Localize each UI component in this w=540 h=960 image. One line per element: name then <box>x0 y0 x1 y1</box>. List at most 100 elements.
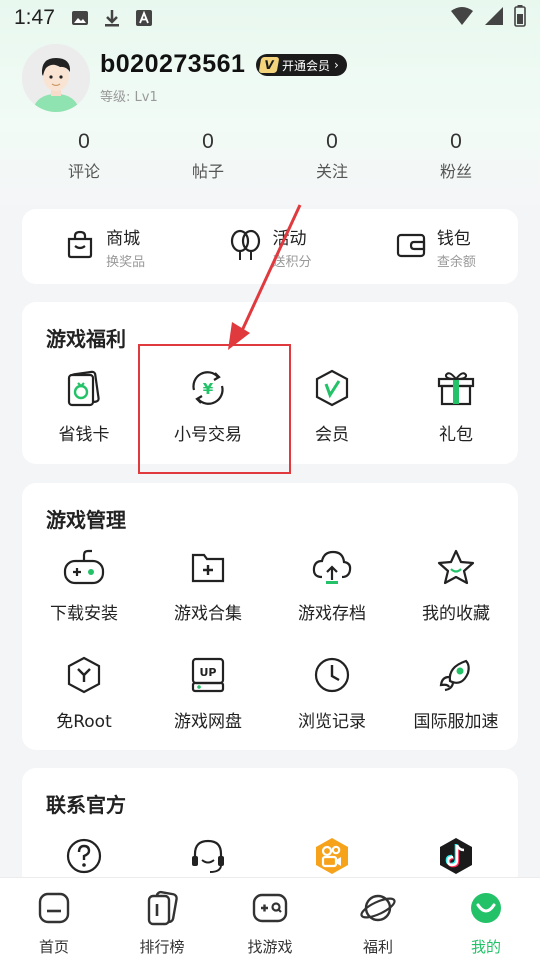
wifi-icon <box>450 6 474 31</box>
open-vip-button[interactable]: V 开通会员 › <box>256 54 347 76</box>
ranking-icon <box>144 890 180 930</box>
contact-item-kuaishou[interactable] <box>270 834 394 878</box>
stat-value: 0 <box>450 130 462 153</box>
tiktok-icon <box>434 834 478 878</box>
contact-item-douyin[interactable] <box>394 834 518 878</box>
profile-header: b020273561 V 开通会员 › 等级: Lv1 <box>22 44 522 114</box>
home-icon <box>36 890 72 930</box>
tab-label: 我的 <box>470 938 501 956</box>
signal-icon <box>484 6 504 31</box>
welfare-item-money-card[interactable]: 省钱卡 <box>22 366 146 445</box>
question-icon <box>62 834 106 878</box>
tab-ranking[interactable]: 排行榜 <box>108 878 216 960</box>
contact-official-card: 联系官方 <box>22 768 518 888</box>
quick-subtitle: 送积分 <box>272 254 312 270</box>
stat-following[interactable]: 0 关注 <box>270 130 394 186</box>
open-vip-label: 开通会员 <box>282 58 331 73</box>
quick-title: 活动 <box>272 228 307 249</box>
manage-item-accelerator[interactable]: 国际服加速 <box>394 653 518 732</box>
stat-fans[interactable]: 0 粉丝 <box>394 130 518 186</box>
welfare-grid: 省钱卡 ¥ 小号交易 会员 礼包 <box>22 366 518 445</box>
wallet-icon <box>395 229 427 265</box>
manage-item-cloud-disk[interactable]: UP 游戏网盘 <box>146 653 270 732</box>
user-level: 等级: Lv1 <box>100 90 158 105</box>
stat-comments[interactable]: 0 评论 <box>22 130 146 186</box>
manage-item-favorites[interactable]: 我的收藏 <box>394 545 518 624</box>
quick-item-mall[interactable]: 商城 换奖品 <box>22 224 187 270</box>
shopping-bag-icon <box>64 229 96 265</box>
folder-plus-icon <box>186 545 230 589</box>
stat-value: 0 <box>78 130 90 153</box>
contact-item-help[interactable] <box>22 834 146 878</box>
quick-subtitle: 换奖品 <box>106 254 146 270</box>
find-game-icon <box>251 890 289 930</box>
username: b020273561 <box>100 50 246 78</box>
hexagon-y-icon <box>62 653 106 697</box>
star-icon <box>434 545 478 589</box>
manage-grid-row-1: 下载安装 游戏合集 游戏存档 我的收藏 <box>22 545 518 624</box>
chevron-right-icon: › <box>334 58 339 72</box>
svg-text:UP: UP <box>200 666 217 679</box>
section-title: 游戏管理 <box>46 508 126 532</box>
section-title: 游戏福利 <box>46 327 126 351</box>
stat-label: 关注 <box>315 162 348 181</box>
welfare-label: 小号交易 <box>174 425 242 445</box>
manage-label: 游戏合集 <box>174 604 242 624</box>
welfare-item-account-trade[interactable]: ¥ 小号交易 <box>146 366 270 445</box>
manage-label: 免Root <box>56 712 112 732</box>
status-bar: 1:47 <box>0 0 540 36</box>
tab-label: 福利 <box>362 938 393 956</box>
gamepad-icon <box>62 545 106 589</box>
quick-title: 商城 <box>106 228 141 249</box>
yen-exchange-icon: ¥ <box>186 366 230 410</box>
welfare-label: 礼包 <box>439 425 473 445</box>
kuaishou-icon <box>310 834 354 878</box>
stat-value: 0 <box>202 130 214 153</box>
stat-posts[interactable]: 0 帖子 <box>146 130 270 186</box>
svg-text:¥: ¥ <box>203 380 214 398</box>
stats-row: 0 评论 0 帖子 0 关注 0 粉丝 <box>22 130 518 186</box>
quick-item-wallet[interactable]: 钱包 查余额 <box>353 224 518 270</box>
vip-mark-icon: V <box>258 57 280 73</box>
manage-label: 浏览记录 <box>298 712 366 732</box>
tab-label: 找游戏 <box>247 938 293 956</box>
manage-label: 下载安装 <box>50 604 118 624</box>
section-title: 联系官方 <box>46 793 126 817</box>
manage-item-download[interactable]: 下载安装 <box>22 545 146 624</box>
quick-subtitle: 查余额 <box>436 254 476 270</box>
welfare-item-vip[interactable]: 会员 <box>270 366 394 445</box>
balloon-icon <box>228 228 262 266</box>
manage-item-history[interactable]: 浏览记录 <box>270 653 394 732</box>
welfare-item-gift[interactable]: 礼包 <box>394 366 518 445</box>
money-card-icon <box>62 366 106 410</box>
image-icon <box>71 9 89 27</box>
headset-icon <box>186 834 230 878</box>
tab-label: 排行榜 <box>139 938 185 956</box>
stat-label: 评论 <box>67 162 100 181</box>
quick-entries-card: 商城 换奖品 活动 送积分 钱包 查余额 <box>22 209 518 284</box>
bottom-tab-bar: 首页 排行榜 找游戏 福利 我的 <box>0 877 540 960</box>
tab-home[interactable]: 首页 <box>0 878 108 960</box>
manage-item-save[interactable]: 游戏存档 <box>270 545 394 624</box>
contact-item-service[interactable] <box>146 834 270 878</box>
stat-label: 帖子 <box>191 162 224 181</box>
manage-label: 国际服加速 <box>413 712 499 732</box>
quick-item-activity[interactable]: 活动 送积分 <box>187 224 352 270</box>
quick-title: 钱包 <box>436 228 471 249</box>
avatar[interactable] <box>22 44 90 112</box>
tab-find-game[interactable]: 找游戏 <box>216 878 324 960</box>
tab-label: 首页 <box>38 938 69 956</box>
game-management-card: 游戏管理 下载安装 游戏合集 游戏存档 我的收藏 免Root UP 游戏网盘 浏… <box>22 483 518 750</box>
contact-grid <box>22 834 518 878</box>
rocket-icon <box>434 653 478 697</box>
manage-label: 游戏存档 <box>298 604 366 624</box>
manage-label: 游戏网盘 <box>174 712 242 732</box>
tab-mine[interactable]: 我的 <box>432 878 540 960</box>
battery-icon <box>514 4 526 32</box>
manage-item-collection[interactable]: 游戏合集 <box>146 545 270 624</box>
up-disk-icon: UP <box>186 653 230 697</box>
manage-item-noroot[interactable]: 免Root <box>22 653 146 732</box>
tab-welfare[interactable]: 福利 <box>324 878 432 960</box>
planet-icon <box>359 890 397 930</box>
status-time: 1:47 <box>14 6 55 29</box>
